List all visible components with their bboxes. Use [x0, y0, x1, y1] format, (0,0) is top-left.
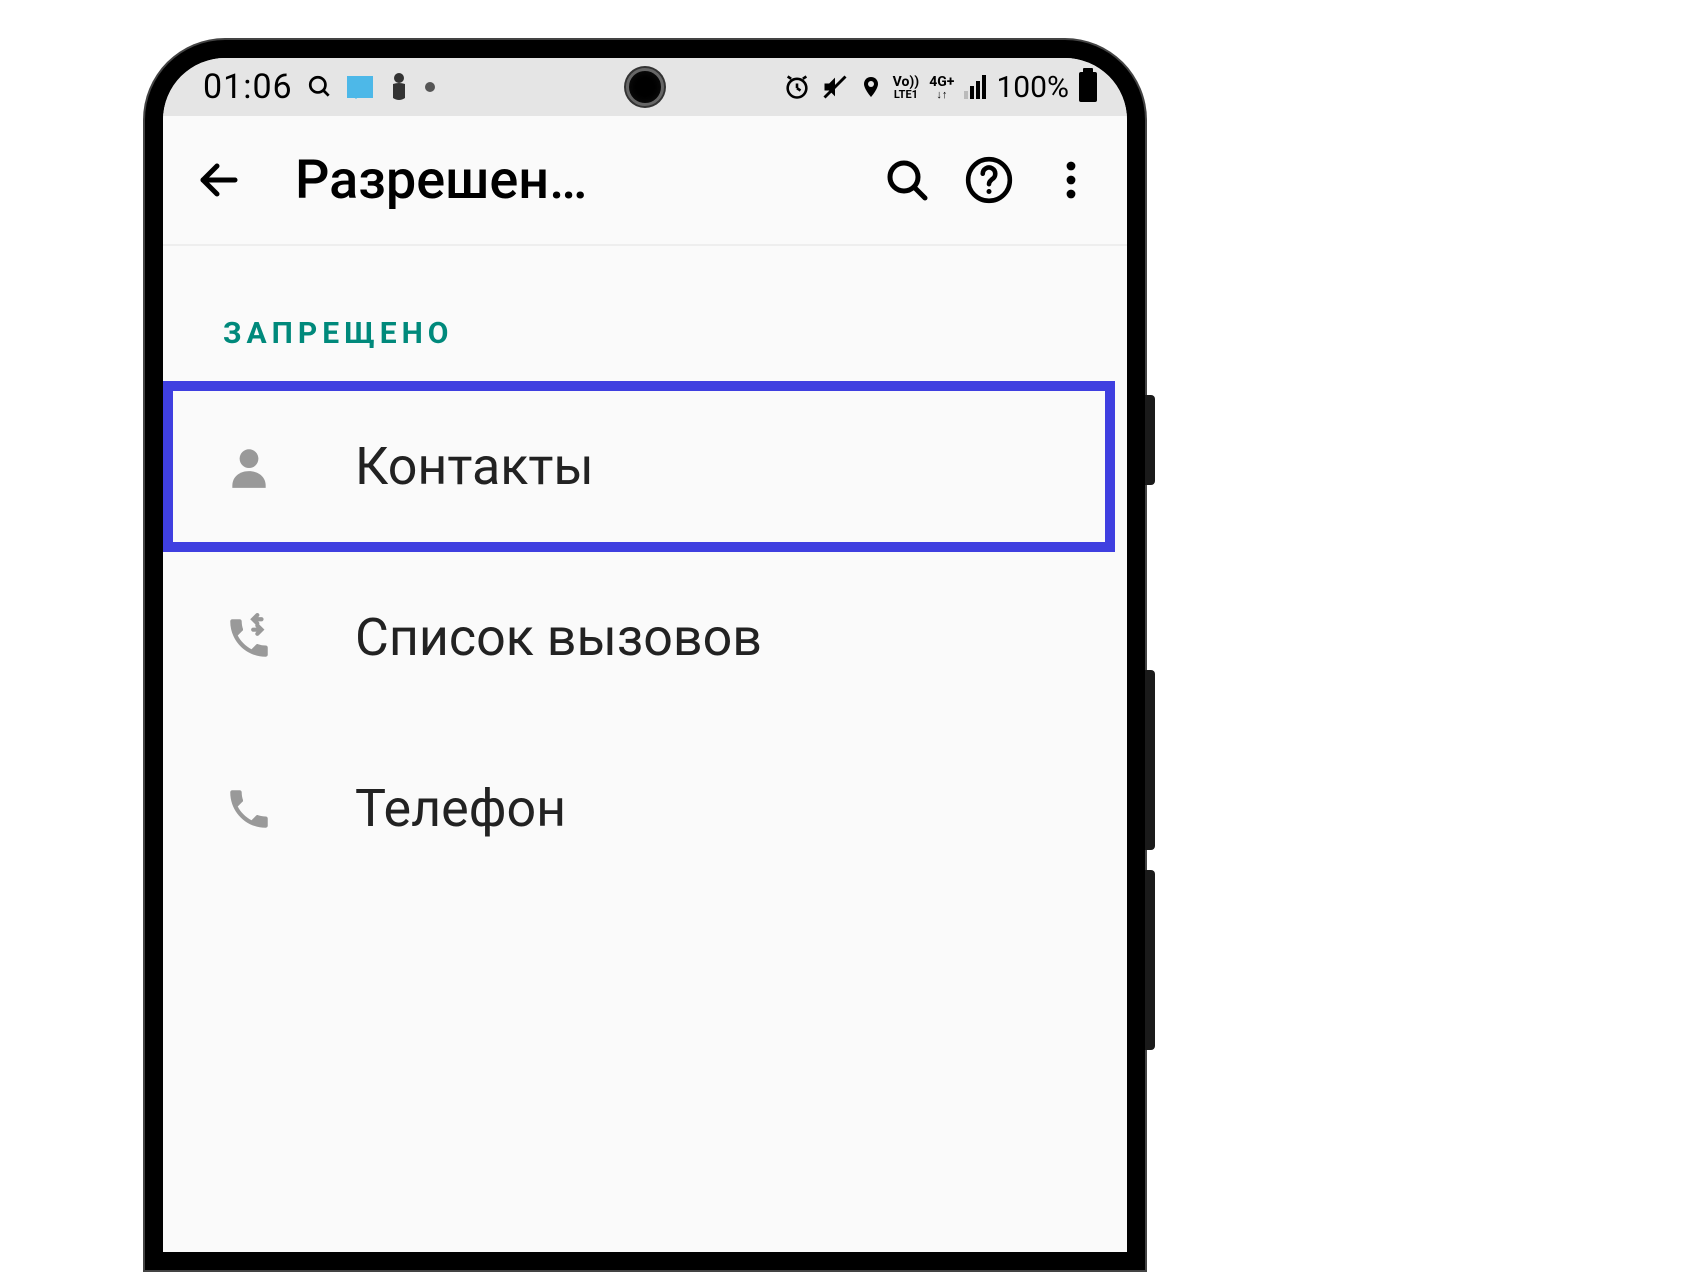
- signal-icon: [964, 75, 986, 99]
- toolbar: Разрешен…: [163, 116, 1127, 246]
- section-header-denied: ЗАПРЕЩЕНО: [163, 296, 1127, 381]
- status-left: 01:06: [203, 67, 435, 107]
- search-small-icon: [307, 74, 333, 100]
- help-button[interactable]: [963, 154, 1015, 206]
- location-icon: [859, 73, 883, 101]
- side-button: [1145, 670, 1155, 850]
- permission-label: Контакты: [355, 436, 594, 497]
- permission-item-contacts[interactable]: Контакты: [163, 381, 1115, 552]
- permission-label: Телефон: [355, 778, 566, 839]
- status-time: 01:06: [203, 67, 293, 107]
- page-title: Разрешен…: [295, 149, 851, 212]
- alarm-icon: [783, 73, 811, 101]
- network-type-icon: 4G+ ↓↑: [929, 75, 954, 100]
- more-notifications-icon: [425, 82, 435, 92]
- phone-icon: [223, 783, 275, 835]
- more-options-button[interactable]: [1045, 154, 1097, 206]
- phone-frame: 01:06: [145, 40, 1145, 1270]
- call-log-icon: [223, 612, 275, 664]
- side-button: [1145, 870, 1155, 1050]
- mute-icon: [821, 73, 849, 101]
- status-right: Vo)) LTE1 4G+ ↓↑ 100%: [783, 70, 1097, 105]
- search-button[interactable]: [881, 154, 933, 206]
- volte-icon: Vo)) LTE1: [893, 75, 920, 100]
- screen: 01:06: [163, 58, 1127, 1252]
- battery-icon: [1079, 72, 1097, 102]
- back-button[interactable]: [193, 154, 245, 206]
- chat-icon: [347, 76, 373, 98]
- battery-percent: 100%: [996, 70, 1069, 105]
- camera-notch: [626, 68, 664, 106]
- content-area: ЗАПРЕЩЕНО Контакты Список вызовов Телефо…: [163, 246, 1127, 894]
- permission-label: Список вызовов: [355, 607, 762, 668]
- contacts-icon: [223, 441, 275, 493]
- permission-item-call-log[interactable]: Список вызовов: [163, 552, 1127, 723]
- app-notification-icon: [387, 72, 411, 102]
- side-button: [1145, 395, 1155, 485]
- permission-item-phone[interactable]: Телефон: [163, 723, 1127, 894]
